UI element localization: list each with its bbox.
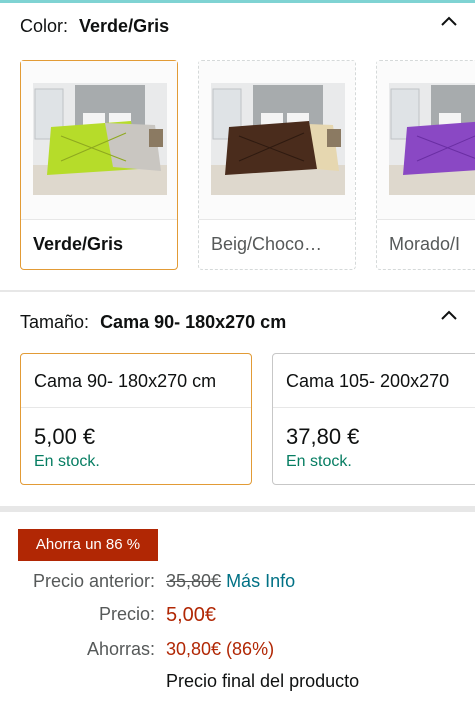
savings-label: Ahorras:: [86, 639, 155, 659]
price-value: 5,00€: [166, 604, 217, 626]
color-label: Color:: [20, 16, 69, 36]
size-label: Tamaño:: [20, 312, 90, 332]
chevron-up-icon[interactable]: [441, 310, 457, 322]
color-header: Color: Verde/Gris: [20, 16, 169, 37]
color-swatch-list: Verde/Gris Beig/Choco… Morado/I: [20, 60, 475, 272]
top-accent-bar: [0, 0, 475, 3]
savings-value: 30,80€ (86%): [166, 639, 275, 659]
size-option-105[interactable]: Cama 105- 200x270 37,80 € En stock.: [272, 353, 475, 485]
swatch-divider: [377, 219, 475, 220]
color-selected-value: Verde/Gris: [79, 16, 170, 36]
final-price-note: Precio final del producto: [166, 671, 360, 691]
savings-badge: Ahorra un 86 %: [18, 529, 158, 561]
previous-price-value: 35,80€: [166, 571, 222, 591]
color-swatch-verde-gris[interactable]: Verde/Gris: [20, 60, 178, 270]
size-price: 5,00 €: [34, 424, 96, 449]
size-price: 37,80 €: [286, 424, 360, 449]
more-info-link[interactable]: Más Info: [226, 571, 295, 591]
swatch-divider: [199, 219, 355, 220]
swatch-label: Beig/Choco…: [211, 234, 323, 254]
size-divider: [273, 407, 475, 408]
savings-row: Ahorras: 30,80€ (86%): [0, 639, 475, 663]
color-swatch-morado[interactable]: Morado/I: [376, 60, 475, 270]
price-label: Precio:: [98, 604, 155, 624]
size-name: Cama 90- 180x270 cm: [34, 371, 217, 391]
size-header: Tamaño: Cama 90- 180x270 cm: [20, 312, 286, 333]
section-divider: [0, 506, 475, 512]
size-selected-value: Cama 90- 180x270 cm: [100, 312, 287, 332]
section-divider: [0, 290, 475, 292]
size-option-90[interactable]: Cama 90- 180x270 cm 5,00 € En stock.: [20, 353, 252, 485]
product-image: [21, 61, 177, 219]
size-name: Cama 105- 200x270: [286, 371, 450, 391]
stock-status: En stock.: [286, 453, 352, 470]
previous-price-label: Precio anterior:: [32, 571, 155, 591]
stock-status: En stock.: [34, 453, 100, 470]
swatch-divider: [21, 219, 177, 220]
product-image: [199, 61, 355, 219]
size-divider: [21, 407, 251, 408]
swatch-label: Verde/Gris: [33, 234, 124, 254]
previous-price-row: Precio anterior: 35,80€ Más Info: [0, 571, 475, 595]
size-option-list: Cama 90- 180x270 cm 5,00 € En stock. Cam…: [20, 353, 475, 487]
chevron-up-icon[interactable]: [441, 16, 457, 28]
product-image: [377, 61, 475, 219]
price-row: Precio: 5,00€: [0, 604, 475, 628]
color-swatch-beig-choco[interactable]: Beig/Choco…: [198, 60, 356, 270]
swatch-label: Morado/I: [389, 234, 461, 254]
